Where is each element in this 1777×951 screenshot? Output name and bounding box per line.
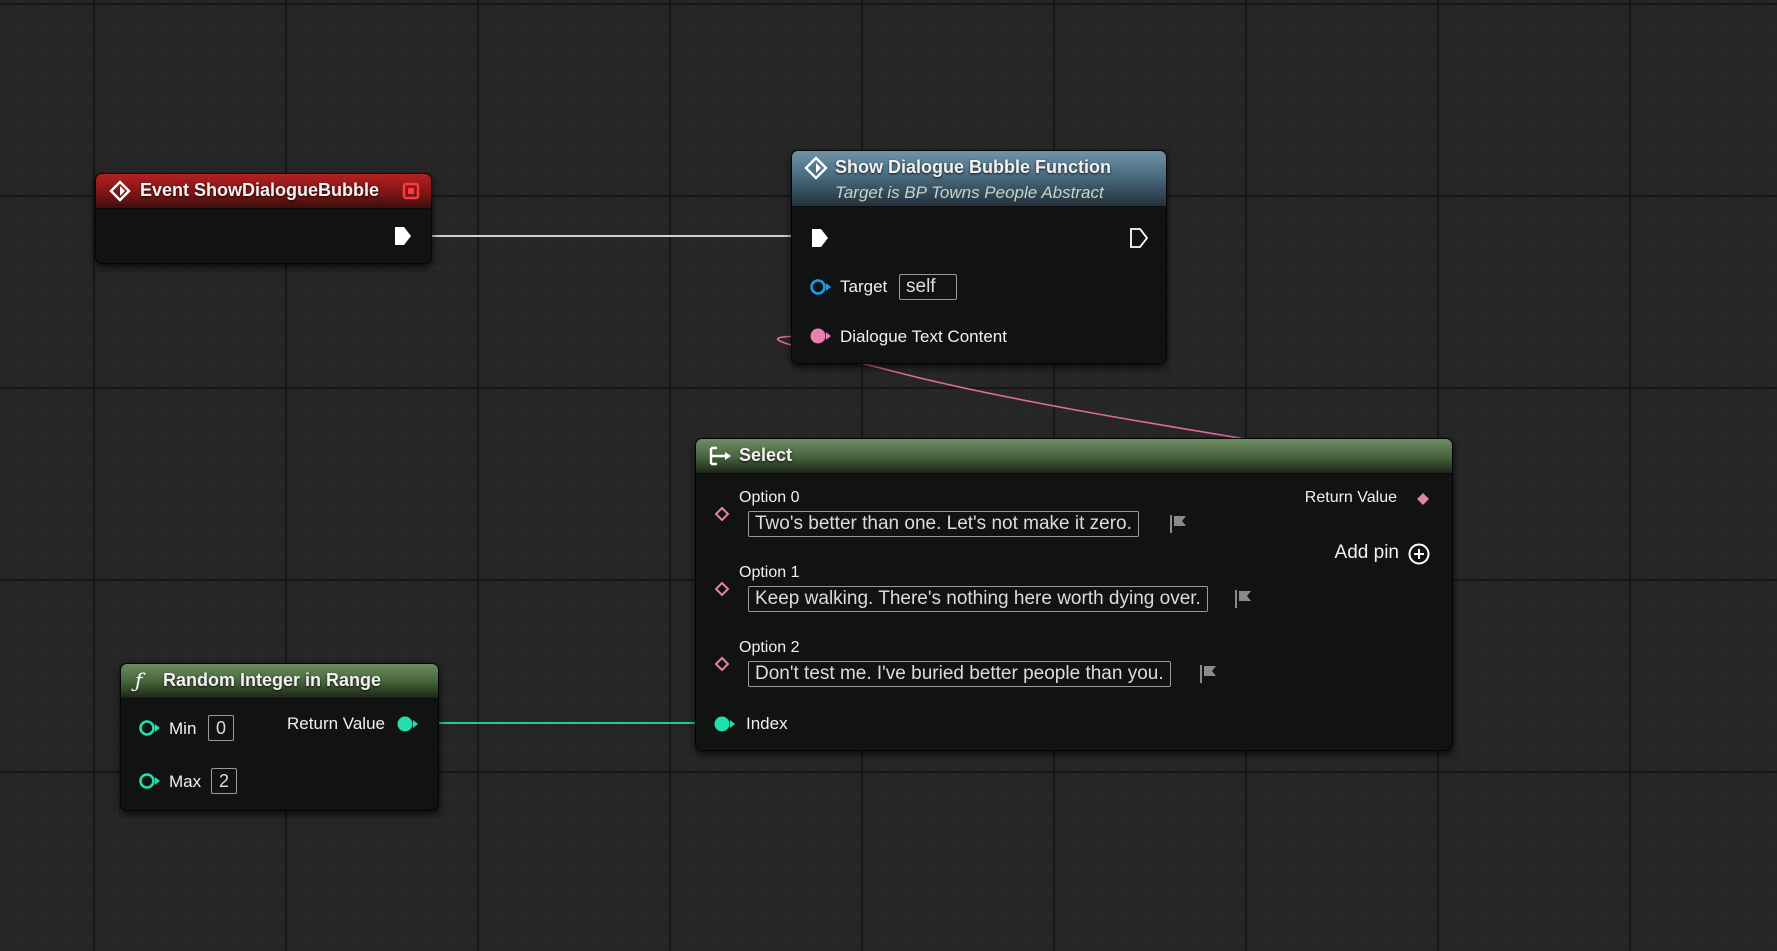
option-1-flag-icon[interactable] [1232, 588, 1254, 610]
event-node[interactable]: Event ShowDialogueBubble [95, 173, 432, 264]
target-value-field[interactable]: self [899, 274, 957, 300]
max-value-field[interactable]: 2 [211, 768, 237, 794]
event-node-title: Event ShowDialogueBubble [140, 180, 380, 200]
option-0-pin[interactable] [714, 506, 730, 522]
index-integer-pin[interactable] [713, 714, 737, 734]
option-1-text-field[interactable]: Keep walking. There's nothing here worth… [748, 586, 1208, 612]
random-integer-in-range-node[interactable]: ƒ Random Integer in Range Min 0 Max 2 Re… [120, 663, 439, 811]
option-0-label: Option 0 [739, 489, 800, 506]
function-call-diamond-icon [804, 156, 828, 180]
add-pin-plus-icon[interactable] [1407, 542, 1431, 566]
option-1-label: Option 1 [739, 564, 800, 581]
option-0-text-field[interactable]: Two's better than one. Let's not make it… [748, 511, 1139, 537]
dialogue-text-pin[interactable] [809, 326, 833, 346]
option-1-pin[interactable] [714, 581, 730, 597]
select-node-header: Select [696, 439, 1452, 474]
show-dialogue-bubble-function-node[interactable]: Show Dialogue Bubble Function Target is … [791, 150, 1167, 364]
target-object-pin[interactable] [809, 277, 833, 297]
exec-out-pin[interactable] [393, 225, 413, 247]
max-integer-pin[interactable] [138, 771, 162, 791]
option-2-label: Option 2 [739, 639, 800, 656]
select-return-value-label: Return Value [1304, 489, 1397, 506]
max-pin-label: Max [169, 772, 202, 791]
event-node-header: Event ShowDialogueBubble [96, 174, 431, 209]
option-0-flag-icon[interactable] [1167, 513, 1189, 535]
exec-in-pin[interactable] [810, 227, 830, 249]
option-2-flag-icon[interactable] [1197, 663, 1219, 685]
function-node-header: Show Dialogue Bubble Function Target is … [792, 151, 1166, 207]
option-2-pin[interactable] [714, 656, 730, 672]
target-pin-label: Target [840, 277, 888, 296]
random-node-title: Random Integer in Range [163, 670, 382, 690]
function-node-subtitle: Target is BP Towns People Abstract [835, 183, 1104, 202]
add-pin-label[interactable]: Add pin [1335, 542, 1399, 564]
exec-out-pin[interactable] [1129, 227, 1149, 249]
select-node-title: Select [739, 445, 793, 465]
select-icon [709, 446, 731, 466]
dialogue-text-pin-label: Dialogue Text Content [840, 327, 1007, 346]
function-f-icon: ƒ [135, 668, 143, 692]
select-node[interactable]: Select Option 0 Two's better than one. L… [695, 438, 1453, 751]
select-return-value-pin[interactable] [1415, 491, 1431, 507]
index-pin-label: Index [746, 714, 788, 733]
random-return-value-label: Return Value [287, 714, 385, 733]
delegate-pin-icon[interactable] [402, 182, 420, 200]
function-node-title: Show Dialogue Bubble Function [835, 157, 1111, 177]
option-2-text-field[interactable]: Don't test me. I've buried better people… [748, 661, 1171, 687]
event-diamond-icon [109, 180, 131, 202]
min-integer-pin[interactable] [138, 718, 162, 738]
min-pin-label: Min [169, 719, 197, 738]
random-node-header: ƒ Random Integer in Range [121, 664, 438, 699]
random-return-value-pin[interactable] [396, 714, 420, 734]
min-value-field[interactable]: 0 [208, 715, 234, 741]
